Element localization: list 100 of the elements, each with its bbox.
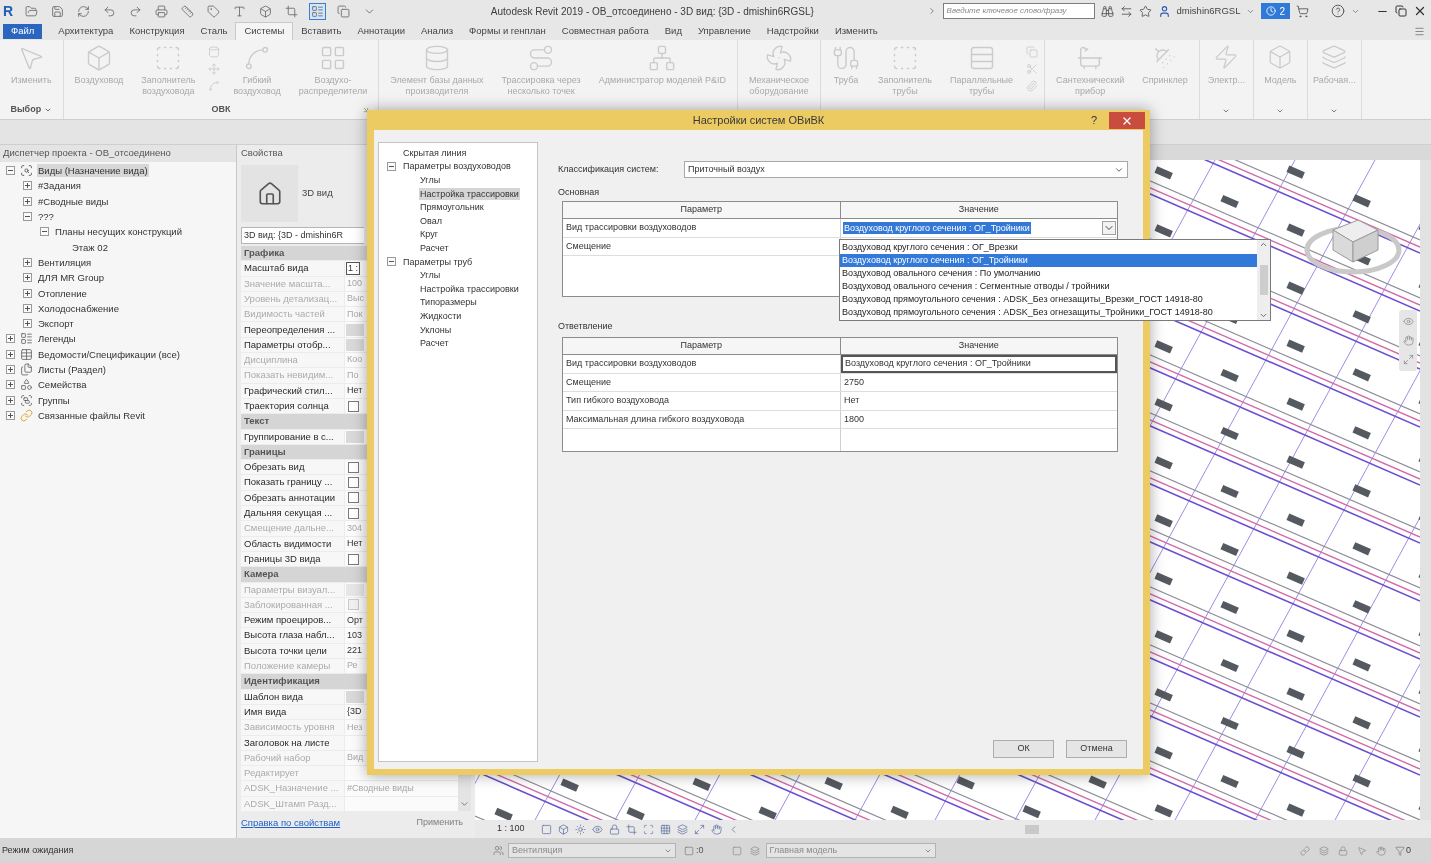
combo-box[interactable]: Воздуховод круглого сечения : ОГ_Тройники: [841, 219, 1117, 237]
dialog-button[interactable]: ОК: [993, 740, 1054, 758]
help-icon[interactable]: [1331, 4, 1345, 18]
ribbon-tab[interactable]: Вставить: [293, 22, 350, 40]
checkbox[interactable]: [348, 477, 359, 489]
grid-icon[interactable]: [659, 823, 671, 835]
hand-icon[interactable]: [1402, 335, 1414, 346]
dropdown-option[interactable]: Воздуховод овального сечения : Сегментные отводы / тройники: [840, 280, 1257, 293]
expand-box-icon[interactable]: [6, 380, 15, 390]
layers-icon[interactable]: [1319, 845, 1329, 856]
value-button[interactable]: [346, 690, 364, 703]
ribbon-tab[interactable]: Анализ: [413, 22, 462, 40]
expand-box-icon[interactable]: [23, 303, 32, 313]
tree-item[interactable]: Скрытая линия: [402, 146, 468, 159]
caret-icon[interactable]: [44, 106, 53, 114]
instance-selector[interactable]: 3D вид: {3D - dmishin6R: [241, 227, 364, 244]
checkbox[interactable]: [348, 507, 359, 519]
tree-item[interactable]: Связанные файлы Revit: [37, 408, 146, 422]
expand-icon[interactable]: [693, 823, 705, 835]
close-icon[interactable]: [1413, 4, 1427, 18]
arrow-icon[interactable]: [362, 106, 371, 114]
expand-box-icon[interactable]: [23, 319, 32, 329]
tree-item[interactable]: Этаж 02: [71, 240, 109, 254]
tree-item[interactable]: Расчет: [419, 337, 450, 350]
expand-box-icon[interactable]: [6, 349, 15, 359]
checkbox[interactable]: [348, 400, 359, 412]
expand-box-icon[interactable]: [23, 257, 32, 267]
checkbox[interactable]: [348, 461, 359, 473]
windows-icon[interactable]: [335, 2, 353, 20]
expand-box-icon[interactable]: [6, 334, 15, 344]
expand-icon[interactable]: [1402, 354, 1414, 365]
tree-item[interactable]: Листы (Раздел): [37, 363, 107, 376]
value-button[interactable]: [346, 323, 364, 336]
layers-icon[interactable]: [676, 823, 688, 835]
ribbon-tab[interactable]: Надстройки: [758, 22, 827, 40]
lock-icon[interactable]: [1338, 845, 1348, 856]
scrollbar[interactable]: [1257, 240, 1270, 320]
value-button[interactable]: [346, 430, 364, 443]
value-field[interactable]: Воздуховод круглого сечения : ОГ_Тройники: [841, 355, 1117, 373]
app-logo[interactable]: R: [3, 4, 14, 18]
scroll-down-icon[interactable]: [1259, 311, 1268, 320]
ribbon-tab[interactable]: Аннотации: [349, 22, 413, 40]
collapse-box-icon[interactable]: [6, 166, 15, 176]
ruler-icon[interactable]: [179, 2, 197, 20]
filter-icon[interactable]: [1395, 845, 1405, 856]
expand-box-icon[interactable]: [23, 288, 32, 298]
scan-icon[interactable]: [642, 823, 654, 835]
tree-item[interactable]: Группы: [37, 393, 71, 407]
tree-item[interactable]: Уклоны: [419, 323, 453, 336]
scrollbar[interactable]: [1420, 160, 1431, 820]
ribbon-tab[interactable]: Сталь: [192, 22, 236, 40]
scrollbar-thumb[interactable]: [1024, 824, 1039, 834]
collapse-box-icon[interactable]: [387, 257, 396, 267]
close-button[interactable]: [1109, 112, 1145, 129]
user-icon[interactable]: [1157, 4, 1171, 18]
list-icon[interactable]: [309, 2, 327, 20]
collapse-box-icon[interactable]: [23, 212, 32, 222]
collapse-box-icon[interactable]: [40, 227, 49, 237]
ribbon-tab[interactable]: Изменить: [826, 22, 886, 40]
printer-icon[interactable]: [153, 2, 171, 20]
tree-item[interactable]: Овал: [419, 214, 443, 227]
tree-item[interactable]: Отопление: [37, 286, 88, 300]
tree-item[interactable]: #Сводные виды: [37, 194, 110, 208]
users-icon[interactable]: [493, 845, 504, 856]
ribbon-tab[interactable]: Архитектура: [50, 22, 122, 40]
tree-item[interactable]: Параметры воздуховодов: [402, 160, 512, 173]
value-button[interactable]: [346, 583, 364, 596]
tree-item[interactable]: Жидкости: [419, 309, 463, 322]
dropdown-option[interactable]: Воздуховод прямоугольного сечения : ADSK_Без огнезащиты_Врезки_ГОСТ 14918-80: [840, 293, 1257, 306]
notifications-button[interactable]: 2: [1261, 3, 1290, 19]
layers-icon[interactable]: [749, 845, 760, 856]
dropdown-option[interactable]: Воздуховод овального сечения : По умолчанию: [840, 267, 1257, 280]
tree-item[interactable]: Семейства: [37, 378, 88, 392]
caret-icon[interactable]: [1222, 107, 1231, 115]
dropdown-option[interactable]: Воздуховод прямоугольного сечения : ADSK_Без огнезащиты_Тройники_ГОСТ 14918-80: [840, 306, 1257, 319]
ribbon-tab[interactable]: Формы и генплан: [461, 22, 554, 40]
classification-dropdown[interactable]: Приточный воздух: [684, 161, 1128, 178]
tree-item[interactable]: Виды (Назначение вида): [37, 164, 149, 178]
dialog-button[interactable]: Отмена: [1066, 740, 1127, 758]
tree-item[interactable]: ДЛЯ MR Group: [37, 271, 105, 285]
value-button[interactable]: [346, 338, 364, 351]
view-scale[interactable]: 1 : 100: [497, 822, 525, 836]
caret-icon[interactable]: [1276, 107, 1285, 115]
exchange-icon[interactable]: [1119, 4, 1133, 18]
help-link[interactable]: Справка по свойствам: [241, 815, 341, 831]
tree-item[interactable]: Вентиляция: [37, 255, 93, 269]
expand-box-icon[interactable]: [6, 410, 15, 420]
square-icon[interactable]: [684, 845, 694, 856]
hand-icon[interactable]: [1376, 845, 1386, 856]
ribbon-tab[interactable]: Управление: [689, 22, 759, 40]
tree-item[interactable]: Настройка трассировки: [419, 187, 520, 200]
cube-icon[interactable]: [557, 823, 569, 835]
ribbon-tab[interactable]: Системы: [235, 22, 294, 40]
star-icon[interactable]: [1138, 4, 1152, 18]
expand-box-icon[interactable]: [6, 365, 15, 374]
scrollbar-thumb[interactable]: [1259, 265, 1268, 295]
checkbox[interactable]: [348, 492, 359, 504]
scale-field[interactable]: 1 :: [346, 261, 360, 275]
caret-icon[interactable]: [1102, 220, 1116, 235]
caret-icon[interactable]: [1330, 107, 1339, 115]
